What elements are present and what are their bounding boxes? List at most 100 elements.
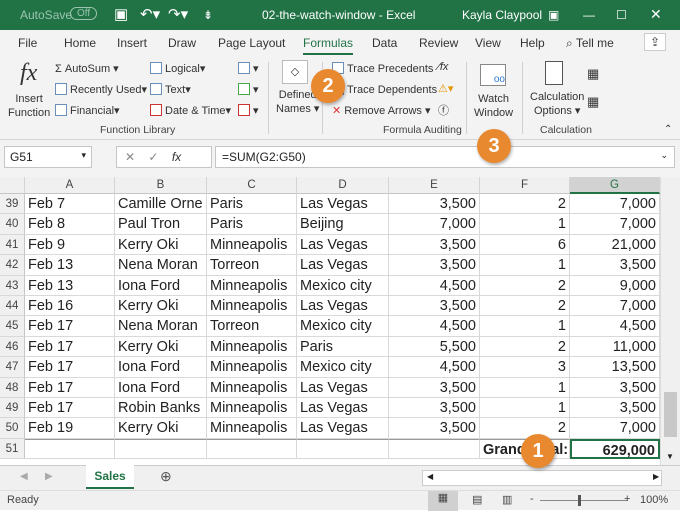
logical-button[interactable]: Logical▾ — [150, 62, 205, 75]
row-header[interactable]: 47 — [0, 357, 25, 378]
cell-B48[interactable]: Iona Ford — [115, 377, 207, 398]
cell-C40[interactable]: Paris — [207, 214, 297, 235]
cell-C39[interactable]: Paris — [207, 194, 297, 215]
row-header[interactable]: 44 — [0, 296, 25, 317]
add-sheet-icon[interactable]: ⊕ — [160, 468, 172, 485]
tell-me-search[interactable]: ⌕ Tell me — [566, 36, 614, 51]
cell-A41[interactable]: Feb 9 — [25, 234, 115, 256]
column-header-B[interactable]: B — [115, 177, 207, 194]
cell-A43[interactable]: Feb 13 — [25, 275, 115, 296]
watch-window-button[interactable]: Watch Window — [474, 92, 513, 120]
cell-D40[interactable]: Beijing — [297, 214, 389, 235]
cell-D49[interactable]: Las Vegas — [297, 398, 389, 419]
cell-D44[interactable]: Las Vegas — [297, 296, 389, 317]
cell-E43[interactable]: 4,500 — [389, 275, 480, 296]
calculate-now-icon[interactable]: ▦ — [587, 66, 599, 82]
cell-B47[interactable]: Iona Ford — [115, 357, 207, 378]
tab-data[interactable]: Data — [372, 36, 397, 50]
cell-G48[interactable]: 3,500 — [570, 377, 660, 398]
cell-D46[interactable]: Paris — [297, 336, 389, 358]
cell-A47[interactable]: Feb 17 — [25, 357, 115, 378]
cell-B41[interactable]: Kerry Oki — [115, 234, 207, 256]
cell-A39[interactable]: Feb 7 — [25, 194, 115, 215]
scroll-thumb[interactable] — [664, 392, 677, 437]
cell-B43[interactable]: Iona Ford — [115, 275, 207, 296]
cell-G45[interactable]: 4,500 — [570, 316, 660, 337]
cell-B42[interactable]: Nena Moran — [115, 255, 207, 276]
row-header[interactable]: 50 — [0, 418, 25, 439]
cell-G42[interactable]: 3,500 — [570, 255, 660, 276]
cell-F41[interactable]: 6 — [480, 234, 570, 256]
tab-home[interactable]: Home — [64, 36, 96, 50]
column-header-E[interactable]: E — [389, 177, 480, 194]
page-layout-view-icon[interactable]: ▤ — [472, 493, 482, 506]
cell-G49[interactable]: 3,500 — [570, 398, 660, 419]
cell-E46[interactable]: 5,500 — [389, 336, 480, 358]
cell-C48[interactable]: Minneapolis — [207, 377, 297, 398]
evaluate-formula-icon[interactable]: ⓕ — [438, 102, 449, 118]
tab-page-layout[interactable]: Page Layout — [218, 36, 285, 50]
maximize-icon[interactable]: ☐ — [616, 8, 627, 22]
cell-D42[interactable]: Las Vegas — [297, 255, 389, 276]
tab-draw[interactable]: Draw — [168, 36, 196, 50]
cell-E47[interactable]: 4,500 — [389, 357, 480, 378]
cell-F40[interactable]: 1 — [480, 214, 570, 235]
cell-D50[interactable]: Las Vegas — [297, 418, 389, 439]
cell-B51[interactable] — [115, 438, 207, 460]
column-header-A[interactable]: A — [25, 177, 115, 194]
cell-F49[interactable]: 1 — [480, 398, 570, 419]
name-box[interactable]: G51 ▾ — [4, 146, 92, 168]
cell-B39[interactable]: Camille Orne — [115, 194, 207, 215]
tab-insert[interactable]: Insert — [117, 36, 147, 50]
scroll-down-icon[interactable]: ▼ — [666, 452, 674, 461]
cell-E42[interactable]: 3,500 — [389, 255, 480, 276]
tab-review[interactable]: Review — [419, 36, 458, 50]
row-header[interactable]: 45 — [0, 316, 25, 337]
math-trig-button[interactable]: ▾ — [238, 83, 259, 96]
row-header[interactable]: 41 — [0, 234, 25, 256]
cell-C46[interactable]: Minneapolis — [207, 336, 297, 358]
cell-C41[interactable]: Minneapolis — [207, 234, 297, 256]
cell-G51[interactable]: 629,000 — [570, 438, 660, 460]
cell-G44[interactable]: 7,000 — [570, 296, 660, 317]
cell-G50[interactable]: 7,000 — [570, 418, 660, 439]
row-header[interactable]: 43 — [0, 275, 25, 296]
collapse-ribbon-icon[interactable]: ⌃ — [664, 124, 672, 135]
cell-D43[interactable]: Mexico city — [297, 275, 389, 296]
cell-A49[interactable]: Feb 17 — [25, 398, 115, 419]
column-header-G[interactable]: G — [570, 177, 660, 194]
cancel-icon[interactable]: ✕ — [125, 150, 135, 164]
insert-function-icon[interactable]: fx — [172, 150, 181, 164]
error-checking-icon[interactable]: ⚠▾ — [438, 82, 453, 95]
cell-F46[interactable]: 2 — [480, 336, 570, 358]
vertical-scrollbar[interactable]: ▼ — [660, 177, 680, 467]
minimize-icon[interactable]: — — [583, 8, 595, 22]
cell-D48[interactable]: Las Vegas — [297, 377, 389, 398]
share-icon[interactable]: ⇪ — [644, 33, 667, 51]
cell-A51[interactable] — [25, 438, 115, 460]
column-header-F[interactable]: F — [480, 177, 570, 194]
cell-C50[interactable]: Minneapolis — [207, 418, 297, 439]
trace-precedents-button[interactable]: Trace Precedents — [332, 62, 433, 75]
zoom-slider[interactable] — [540, 500, 628, 501]
tab-view[interactable]: View — [475, 36, 501, 50]
cell-A40[interactable]: Feb 8 — [25, 214, 115, 235]
cell-C44[interactable]: Minneapolis — [207, 296, 297, 317]
cell-F50[interactable]: 2 — [480, 418, 570, 439]
cell-F48[interactable]: 1 — [480, 377, 570, 398]
calculation-options-button[interactable]: Calculation Options ▾ — [530, 90, 584, 118]
zoom-out-icon[interactable]: - — [530, 493, 534, 505]
cell-G39[interactable]: 7,000 — [570, 194, 660, 215]
save-icon[interactable]: ▣ — [114, 5, 128, 23]
row-header[interactable]: 49 — [0, 398, 25, 419]
cell-A48[interactable]: Feb 17 — [25, 377, 115, 398]
user-name[interactable]: Kayla Claypool — [462, 8, 542, 22]
cell-F44[interactable]: 2 — [480, 296, 570, 317]
cell-B45[interactable]: Nena Moran — [115, 316, 207, 337]
more-functions-button[interactable]: ▾ — [238, 104, 259, 117]
autosave-toggle[interactable]: Off — [70, 7, 98, 20]
cell-C42[interactable]: Torreon — [207, 255, 297, 276]
tab-help[interactable]: Help — [520, 36, 545, 50]
redo-icon[interactable]: ↷▾ — [168, 5, 188, 23]
cell-F47[interactable]: 3 — [480, 357, 570, 378]
